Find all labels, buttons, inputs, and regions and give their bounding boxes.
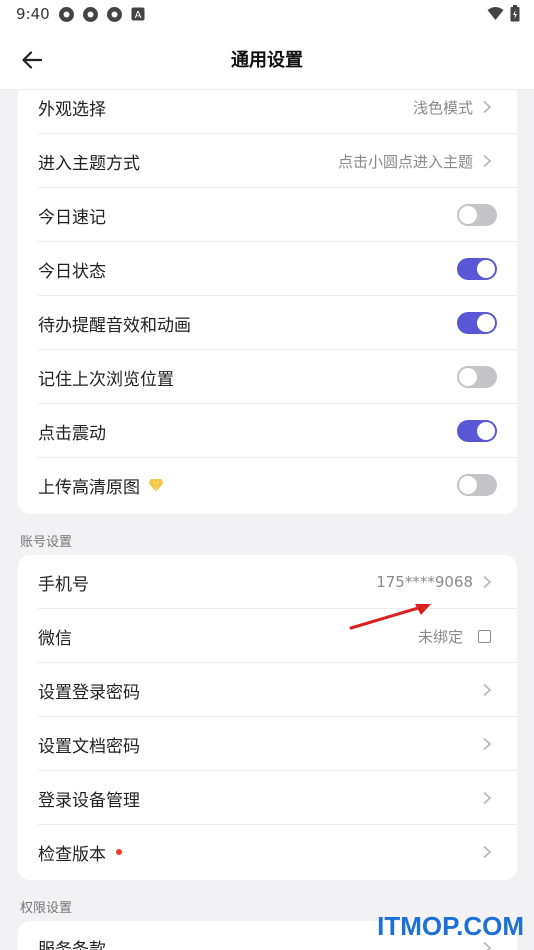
chevron-right-icon bbox=[483, 100, 492, 114]
page-title: 通用设置 bbox=[231, 49, 303, 71]
account-row-check-version[interactable]: 检查版本 bbox=[18, 825, 517, 879]
row-label: 待办提醒音效和动画 bbox=[38, 315, 191, 336]
section-title-account: 账号设置 bbox=[20, 535, 73, 550]
account-row-phone[interactable]: 手机号 175****9068 bbox=[18, 555, 517, 609]
quick-note-toggle[interactable] bbox=[457, 204, 497, 226]
settings-row-appearance[interactable]: 外观选择 浅色模式 bbox=[18, 90, 517, 134]
watermark: ITMOP.COM bbox=[377, 911, 524, 941]
settings-row-hd-upload: 上传高清原图 bbox=[18, 458, 517, 512]
today-status-toggle[interactable] bbox=[457, 258, 497, 280]
settings-row-remember-position: 记住上次浏览位置 bbox=[18, 350, 517, 404]
svg-text:A: A bbox=[135, 10, 142, 21]
section-title-permission: 权限设置 bbox=[20, 901, 73, 916]
row-label: 服务条款 bbox=[38, 940, 106, 950]
chevron-right-icon bbox=[483, 791, 492, 805]
account-settings-card: 手机号 175****9068 微信 未绑定 设置登录密码 设置文档密码 登录设… bbox=[18, 555, 517, 880]
row-label: 微信 bbox=[38, 628, 72, 649]
app-icon bbox=[58, 6, 75, 23]
remember-position-toggle[interactable] bbox=[457, 366, 497, 388]
chevron-right-icon bbox=[483, 575, 492, 589]
status-bar: 9:40 A bbox=[0, 0, 534, 28]
row-label: 上传高清原图 bbox=[38, 473, 164, 498]
row-label: 设置文档密码 bbox=[38, 736, 140, 757]
wifi-icon bbox=[487, 6, 504, 21]
settings-row-todo-sound: 待办提醒音效和动画 bbox=[18, 296, 517, 350]
update-dot bbox=[116, 849, 122, 855]
notification-a-icon: A bbox=[130, 6, 147, 23]
app-icon bbox=[106, 6, 123, 23]
settings-row-theme-entry[interactable]: 进入主题方式 点击小圆点进入主题 bbox=[18, 134, 517, 188]
row-label: 检查版本 bbox=[38, 840, 122, 865]
status-right-icons bbox=[487, 5, 520, 22]
battery-icon bbox=[510, 5, 520, 22]
chevron-right-icon bbox=[483, 683, 492, 697]
back-button[interactable] bbox=[18, 46, 46, 74]
toggle-knob bbox=[459, 206, 477, 224]
vibration-toggle[interactable] bbox=[457, 420, 497, 442]
row-value: 点击小圆点进入主题 bbox=[337, 152, 473, 171]
app-header: 通用设置 bbox=[0, 28, 534, 90]
account-row-login-password[interactable]: 设置登录密码 bbox=[18, 663, 517, 717]
account-row-wechat[interactable]: 微信 未绑定 bbox=[18, 609, 517, 663]
wechat-checkbox[interactable] bbox=[478, 629, 491, 643]
status-time: 9:40 bbox=[16, 5, 50, 23]
toggle-knob bbox=[459, 368, 477, 386]
settings-row-today-status: 今日状态 bbox=[18, 242, 517, 296]
row-label: 今日速记 bbox=[38, 207, 106, 228]
settings-row-quick-note: 今日速记 bbox=[18, 188, 517, 242]
row-label: 今日状态 bbox=[38, 261, 106, 282]
row-value: 浅色模式 bbox=[412, 98, 473, 117]
row-label: 点击震动 bbox=[38, 423, 106, 444]
row-value: 175****9068 bbox=[376, 573, 473, 591]
toggle-knob bbox=[477, 260, 495, 278]
settings-row-vibration: 点击震动 bbox=[18, 404, 517, 458]
general-settings-card: 外观选择 浅色模式 进入主题方式 点击小圆点进入主题 今日速记 今日状态 待办提… bbox=[18, 90, 517, 514]
row-label: 外观选择 bbox=[38, 99, 106, 120]
account-row-device-management[interactable]: 登录设备管理 bbox=[18, 771, 517, 825]
row-label: 进入主题方式 bbox=[38, 153, 140, 174]
chevron-right-icon bbox=[483, 845, 492, 859]
toggle-knob bbox=[477, 314, 495, 332]
row-label: 登录设备管理 bbox=[38, 790, 140, 811]
row-label: 记住上次浏览位置 bbox=[38, 369, 174, 390]
toggle-knob bbox=[477, 422, 495, 440]
hd-upload-toggle[interactable] bbox=[457, 474, 497, 496]
todo-sound-toggle[interactable] bbox=[457, 312, 497, 334]
arrow-left-icon bbox=[22, 51, 42, 69]
app-icon bbox=[82, 6, 99, 23]
row-label-text: 检查版本 bbox=[38, 844, 106, 865]
diamond-icon bbox=[148, 478, 164, 492]
chevron-right-icon bbox=[483, 941, 492, 950]
annotation-arrow bbox=[349, 604, 431, 630]
chevron-right-icon bbox=[483, 737, 492, 751]
chevron-right-icon bbox=[483, 154, 492, 168]
account-row-doc-password[interactable]: 设置文档密码 bbox=[18, 717, 517, 771]
row-label-text: 上传高清原图 bbox=[38, 477, 140, 498]
row-label: 手机号 bbox=[38, 574, 89, 595]
row-label: 设置登录密码 bbox=[38, 682, 140, 703]
toggle-knob bbox=[459, 476, 477, 494]
